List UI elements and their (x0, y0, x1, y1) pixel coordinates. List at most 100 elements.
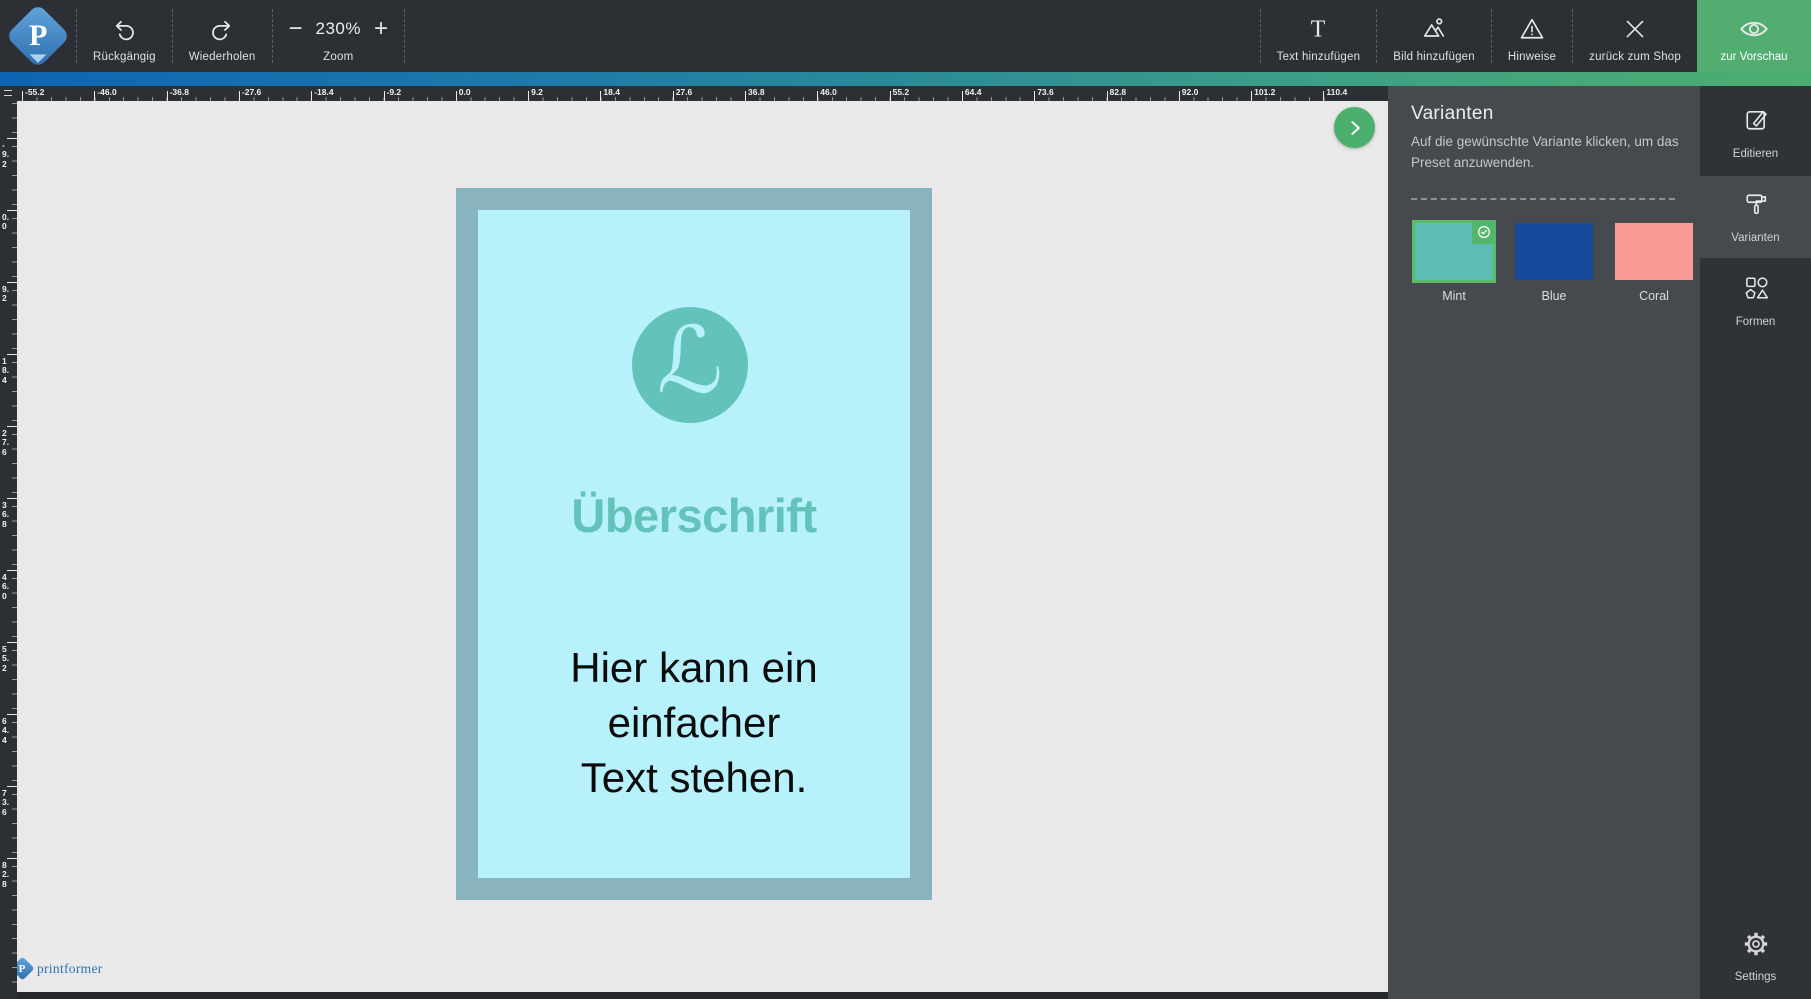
ruler-tick (7, 786, 17, 787)
selected-check-icon (1472, 220, 1496, 244)
ruler-label: 36.8 (2, 500, 10, 529)
script-l-glyph: ℒ (656, 307, 724, 414)
ruler-label: -9.2 (386, 87, 402, 97)
ruler-tick (7, 714, 17, 715)
ruler-label: 55.2 (2, 644, 10, 673)
ruler-label: -55.2 (25, 87, 45, 97)
ruler-tick (166, 91, 168, 101)
ruler-tick (455, 91, 457, 101)
ruler-label: -27.6 (241, 87, 262, 97)
zoom-out-button[interactable]: − (289, 17, 303, 41)
eye-icon (1738, 11, 1770, 47)
vertical-ruler: -9.2 0.0 9.2 18.4 27.6 36.8 46.0 55.2 64.4 73.6 82… (0, 101, 17, 999)
image-icon (1420, 11, 1448, 47)
back-to-shop-label: zurück zum Shop (1589, 51, 1681, 63)
ruler-label: 73.6 (2, 788, 10, 817)
ruler-label: 27.6 (675, 87, 693, 97)
redo-button[interactable]: Wiederholen (173, 0, 272, 72)
dashed-divider (1411, 198, 1675, 200)
toolbar-left-group: P Rückgängig Wiederholen − 230% + Zoom (0, 0, 406, 72)
settings-button[interactable]: Settings (1700, 920, 1811, 992)
design-card-background[interactable]: ℒ Überschrift Hier kann ein einfacher Text… (478, 210, 910, 878)
accent-gradient-bar (0, 72, 1811, 86)
add-image-label: Bild hinzufügen (1393, 51, 1475, 63)
text-icon: T (1305, 11, 1331, 47)
ruler-label: 73.6 (1037, 87, 1054, 97)
ruler-tick (7, 138, 17, 139)
add-text-button[interactable]: T Text hinzufügen (1261, 0, 1377, 72)
app-logo-button[interactable]: P (0, 0, 76, 72)
tab-label: Formen (1735, 316, 1776, 328)
back-to-shop-button[interactable]: zurück zum Shop (1573, 0, 1697, 72)
ruler-label: 110.4 (1326, 87, 1348, 97)
ruler-tick (238, 91, 240, 101)
ruler-tick (7, 354, 17, 355)
card-heading-text[interactable]: Überschrift (478, 488, 910, 543)
variant-label: Blue (1541, 289, 1567, 303)
ruler-tick (7, 426, 17, 427)
card-body-text[interactable]: Hier kann ein einfacher Text stehen. (478, 640, 910, 805)
variant-swatch[interactable] (1515, 223, 1593, 280)
tab-varianten[interactable]: Varianten (1700, 176, 1811, 258)
hints-label: Hinweise (1507, 51, 1557, 63)
add-image-button[interactable]: Bild hinzufügen (1377, 0, 1491, 72)
paint-roller-icon (1742, 190, 1770, 223)
ruler-tick (961, 91, 963, 101)
zoom-label: Zoom (323, 51, 354, 63)
card-body-line: Text stehen. (580, 754, 808, 801)
ruler-tick (817, 91, 819, 101)
variant-coral[interactable]: Coral (1604, 223, 1704, 303)
ruler-tick (1178, 91, 1180, 101)
ruler-label: 64.4 (2, 716, 10, 745)
preview-button[interactable]: zur Vorschau (1697, 0, 1811, 72)
ruler-tick (22, 91, 23, 101)
top-toolbar: P Rückgängig Wiederholen − 230% + Zoom T… (0, 0, 1811, 72)
ruler-tick (7, 210, 17, 211)
ruler-label: 92.0 (1181, 87, 1199, 97)
warning-icon (1518, 11, 1546, 47)
ruler-label: 46.0 (820, 87, 837, 97)
ruler-tick (672, 91, 674, 101)
ruler-label: -9.2 (2, 140, 10, 169)
tab-formen[interactable]: Formen (1700, 260, 1811, 342)
zoom-control: − 230% + Zoom (273, 0, 405, 72)
ruler-tick (7, 570, 17, 571)
card-logo-circle[interactable]: ℒ (632, 307, 748, 423)
design-page[interactable]: ℒ Überschrift Hier kann ein einfacher Text… (456, 188, 932, 900)
horizontal-ruler: -55.2 -46.0 -36.8 -27.6 -18.4 -9.2 0.0 9.2 18.4 2… (0, 86, 1388, 101)
ruler-label: 9.2 (2, 284, 10, 304)
variant-swatch[interactable] (1412, 220, 1496, 283)
ruler-label: 46.0 (2, 572, 10, 601)
ruler-label: -36.8 (169, 87, 189, 97)
svg-text:T: T (1311, 17, 1326, 42)
ruler-label: 82.8 (1109, 87, 1127, 97)
ruler-tick (94, 91, 96, 101)
footer-brand: P printformer (10, 956, 103, 981)
settings-label: Settings (1734, 970, 1777, 983)
tab-label: Editieren (1732, 148, 1779, 160)
panel-collapse-button[interactable] (1334, 107, 1375, 148)
printformer-logo-icon: P (5, 2, 71, 69)
undo-icon (109, 11, 139, 47)
redo-icon (207, 11, 237, 47)
ruler-tick (1323, 91, 1325, 101)
close-icon (1622, 11, 1648, 47)
preview-label: zur Vorschau (1720, 51, 1788, 63)
ruler-label: -18.4 (314, 87, 334, 97)
zoom-in-button[interactable]: + (374, 17, 388, 41)
variant-blue[interactable]: Blue (1504, 223, 1604, 303)
ruler-tick (383, 91, 385, 101)
variant-swatch[interactable] (1615, 223, 1693, 280)
redo-label: Wiederholen (188, 51, 256, 63)
panel-title: Varianten (1411, 103, 1494, 124)
variant-mint[interactable]: Mint (1404, 220, 1504, 303)
tab-editieren[interactable]: Editieren (1700, 92, 1811, 174)
ruler-label: 18.4 (603, 87, 620, 97)
ruler-label: 0.0 (458, 87, 471, 97)
ruler-label: 9.2 (531, 87, 543, 97)
edit-icon (1742, 106, 1770, 139)
hints-button[interactable]: Hinweise (1492, 0, 1572, 72)
ruler-label: 27.6 (2, 428, 10, 457)
undo-button[interactable]: Rückgängig (77, 0, 172, 72)
variants-row: Mint Blue Coral (1404, 220, 1704, 303)
